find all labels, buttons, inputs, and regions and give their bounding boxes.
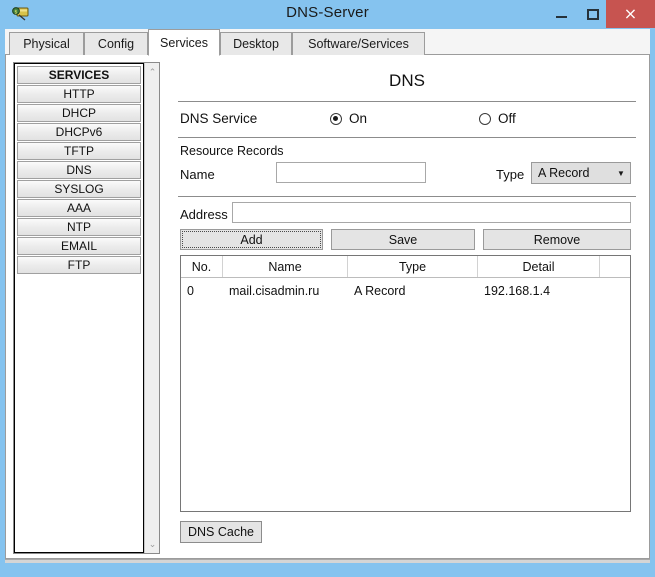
tab-label: Services bbox=[160, 35, 208, 50]
services-list: SERVICES HTTP DHCP DHCPv6 TFTP DNS SYSLO… bbox=[14, 63, 144, 553]
sidebar-item-label: TFTP bbox=[64, 144, 94, 158]
tab-label: Config bbox=[97, 37, 135, 51]
cell-no: 0 bbox=[187, 283, 194, 298]
sidebar-item-label: DHCPv6 bbox=[55, 125, 103, 139]
sidebar-item-label: AAA bbox=[66, 201, 91, 215]
sidebar-item-email[interactable]: EMAIL bbox=[17, 237, 141, 255]
sidebar-item-dhcpv6[interactable]: DHCPv6 bbox=[17, 123, 141, 141]
sidebar-item-dns[interactable]: DNS bbox=[17, 161, 141, 179]
radio-off-label: Off bbox=[498, 111, 516, 126]
dns-service-off-option[interactable]: Off bbox=[479, 111, 516, 126]
radio-on-icon bbox=[330, 112, 342, 125]
divider-service bbox=[178, 137, 636, 138]
tab-config[interactable]: Config bbox=[84, 32, 148, 55]
radio-on-label: On bbox=[349, 111, 368, 126]
close-icon: × bbox=[623, 4, 638, 23]
sidebar-item-label: HTTP bbox=[63, 87, 95, 101]
sidebar-item-label: DNS bbox=[66, 163, 92, 177]
remove-button[interactable]: Remove bbox=[483, 229, 631, 250]
sidebar-item-syslog[interactable]: SYSLOG bbox=[17, 180, 141, 198]
save-button[interactable]: Save bbox=[331, 229, 475, 250]
sidebar-item-dhcp[interactable]: DHCP bbox=[17, 104, 141, 122]
sidebar-item-ftp[interactable]: FTP bbox=[17, 256, 141, 274]
dns-settings-panel: DNS DNS Service On Off Resource Records … bbox=[178, 62, 636, 554]
type-label: Type bbox=[496, 167, 525, 182]
name-input[interactable] bbox=[276, 162, 426, 183]
cell-detail: 192.168.1.4 bbox=[484, 283, 551, 298]
window-bottom-edge bbox=[5, 559, 650, 563]
sidebar-item-label: SYSLOG bbox=[54, 182, 104, 196]
column-header-detail[interactable]: Detail bbox=[478, 256, 600, 277]
save-button-label: Save bbox=[388, 232, 418, 247]
table-row[interactable]: 0 mail.cisadmin.ru A Record 192.168.1.4 bbox=[181, 278, 630, 303]
maximize-icon bbox=[587, 8, 599, 20]
cell-type: A Record bbox=[354, 283, 406, 298]
dns-cache-button[interactable]: DNS Cache bbox=[180, 521, 262, 543]
address-label: Address bbox=[180, 207, 228, 222]
divider-records bbox=[178, 196, 636, 197]
sidebar-item-http[interactable]: HTTP bbox=[17, 85, 141, 103]
services-sidebar: SERVICES HTTP DHCP DHCPv6 TFTP DNS SYSLO… bbox=[13, 62, 160, 554]
tab-label: Desktop bbox=[233, 37, 279, 51]
tab-software-services[interactable]: Software/Services bbox=[292, 32, 425, 55]
sidebar-item-ntp[interactable]: NTP bbox=[17, 218, 141, 236]
radio-off-icon bbox=[479, 112, 491, 125]
focus-outline bbox=[182, 231, 321, 248]
sidebar-item-label: EMAIL bbox=[60, 239, 97, 253]
column-header-name[interactable]: Name bbox=[223, 256, 348, 277]
sidebar-item-label: NTP bbox=[67, 220, 91, 234]
cell-name: mail.cisadmin.ru bbox=[229, 283, 320, 298]
close-button[interactable]: × bbox=[606, 0, 655, 28]
minimize-icon bbox=[555, 16, 567, 18]
column-header-type[interactable]: Type bbox=[348, 256, 478, 277]
tab-label: Physical bbox=[23, 37, 70, 51]
table-header-row: No. Name Type Detail bbox=[181, 256, 630, 278]
resource-records-label: Resource Records bbox=[180, 144, 284, 158]
title-bar: $ DNS-Server × bbox=[0, 0, 655, 29]
application-window: $ DNS-Server × Physical Config Services … bbox=[0, 0, 655, 577]
scroll-down-icon[interactable]: ⌄ bbox=[145, 536, 160, 552]
sidebar-scrollbar[interactable]: ⌃ ⌄ bbox=[144, 63, 159, 553]
name-label: Name bbox=[180, 167, 215, 182]
type-selected-value: A Record bbox=[538, 166, 590, 180]
chevron-down-icon: ▼ bbox=[617, 168, 625, 178]
tab-desktop[interactable]: Desktop bbox=[220, 32, 292, 55]
remove-button-label: Remove bbox=[533, 232, 581, 247]
tab-bar: Physical Config Services Desktop Softwar… bbox=[5, 29, 650, 56]
sidebar-item-label: DHCP bbox=[61, 106, 96, 120]
tab-label: Software/Services bbox=[308, 37, 409, 51]
sidebar-item-label: SERVICES bbox=[48, 68, 110, 82]
sidebar-item-services-header: SERVICES bbox=[17, 66, 141, 84]
sidebar-item-label: FTP bbox=[67, 258, 91, 272]
page-title: DNS bbox=[389, 71, 425, 90]
type-dropdown[interactable]: A Record ▼ bbox=[531, 162, 631, 184]
divider-top bbox=[178, 101, 636, 102]
address-input[interactable] bbox=[232, 202, 631, 223]
minimize-button[interactable] bbox=[546, 0, 576, 28]
column-header-extra[interactable] bbox=[600, 256, 630, 277]
maximize-button[interactable] bbox=[578, 0, 608, 28]
dns-service-label: DNS Service bbox=[180, 111, 258, 126]
dns-cache-button-label: DNS Cache bbox=[188, 525, 254, 539]
tab-services[interactable]: Services bbox=[148, 29, 220, 56]
column-header-no[interactable]: No. bbox=[181, 256, 223, 277]
tab-physical[interactable]: Physical bbox=[9, 32, 84, 55]
records-table: No. Name Type Detail 0 mail.cisadmin.ru … bbox=[180, 255, 631, 512]
sidebar-item-aaa[interactable]: AAA bbox=[17, 199, 141, 217]
add-button[interactable]: Add bbox=[180, 229, 323, 250]
sidebar-item-tftp[interactable]: TFTP bbox=[17, 142, 141, 160]
dns-service-on-option[interactable]: On bbox=[330, 111, 367, 126]
scroll-up-icon[interactable]: ⌃ bbox=[145, 64, 160, 80]
